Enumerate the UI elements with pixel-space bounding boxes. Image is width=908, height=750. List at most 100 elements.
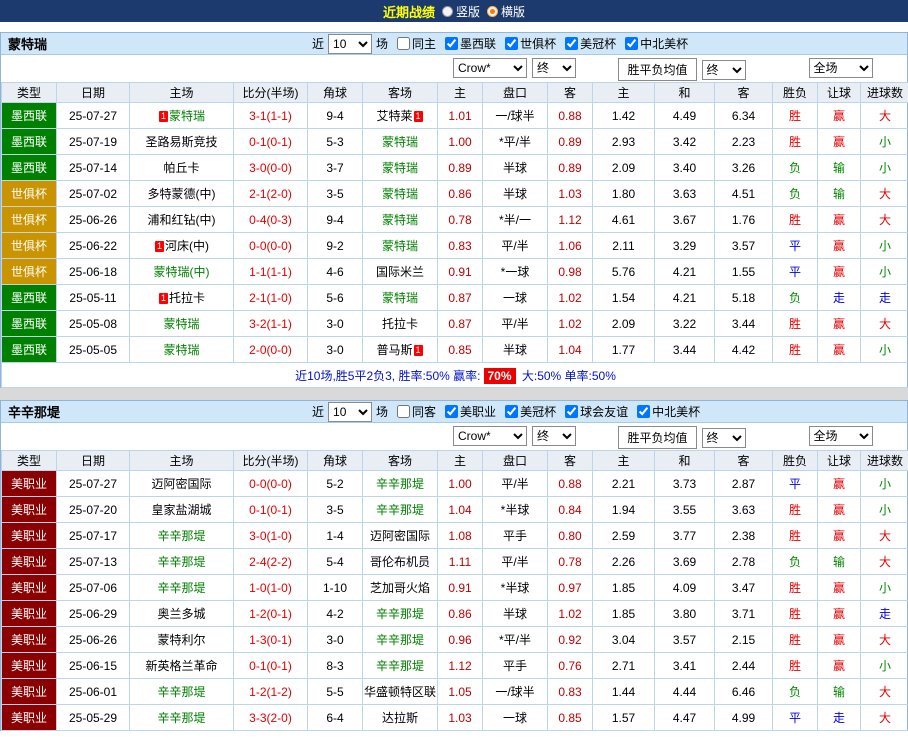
column-header: 让球	[818, 83, 861, 103]
league-badge: 美职业	[2, 653, 57, 679]
column-header: 主场	[130, 83, 234, 103]
team-section: 辛辛那堤近10场同客美职业美冠杯球会友谊中北美杯Crow*终胜平负均值终全场类型…	[0, 400, 908, 731]
bookmaker-select[interactable]: Crow*	[453, 426, 527, 446]
league-filter-checkbox[interactable]: 美冠杯	[505, 403, 556, 420]
result-outcome: 胜	[773, 103, 818, 129]
corner-score: 4-6	[308, 259, 363, 285]
checkbox-label: 世俱杯	[520, 35, 556, 52]
checkbox-label: 美冠杯	[580, 35, 616, 52]
radio-checked-icon[interactable]	[487, 6, 498, 17]
euro-odds-draw: 3.80	[655, 601, 715, 627]
checkbox-input[interactable]	[505, 405, 518, 418]
euro-odds-away: 2.87	[715, 471, 773, 497]
handicap-final-select[interactable]: 终	[532, 426, 576, 446]
league-filter-checkbox[interactable]: 美职业	[445, 403, 496, 420]
team-label: 蒙特瑞	[382, 291, 418, 305]
euro-odds-home: 2.21	[593, 471, 655, 497]
layout-option-horizontal[interactable]: 横版	[487, 3, 525, 20]
team-section: 蒙特瑞近10场同主墨西联世俱杯美冠杯中北美杯Crow*终胜平负均值终全场类型日期…	[0, 32, 908, 388]
euro-odds-home: 2.09	[593, 155, 655, 181]
home-team: 奥兰多城	[130, 601, 234, 627]
scope-select[interactable]: 全场	[809, 426, 873, 446]
recent-games-select[interactable]: 10	[328, 34, 372, 54]
league-filter-checkbox[interactable]: 美冠杯	[565, 35, 616, 52]
column-header: 客场	[363, 451, 438, 471]
handicap-odds-away: 0.97	[548, 575, 593, 601]
score: 1-1(1-1)	[234, 259, 308, 285]
away-team: 托拉卡	[363, 311, 438, 337]
team-label: 芝加哥火焰	[370, 581, 430, 595]
match-row: 美职业25-05-29辛辛那堤3-3(2-0)6-4达拉斯1.03一球0.851…	[2, 705, 908, 731]
recent-games-select[interactable]: 10	[328, 402, 372, 422]
score: 1-2(0-1)	[234, 601, 308, 627]
euro-odds-draw: 3.69	[655, 549, 715, 575]
checkbox-input[interactable]	[445, 37, 458, 50]
euro-odds-draw: 4.09	[655, 575, 715, 601]
checkbox-input[interactable]	[397, 405, 410, 418]
euro-odds-draw: 3.63	[655, 181, 715, 207]
league-filter-checkbox[interactable]: 球会友谊	[565, 403, 628, 420]
team-label: 辛辛那堤	[157, 685, 205, 699]
handicap-line: 一/球半	[483, 103, 548, 129]
match-date: 25-05-29	[57, 705, 130, 731]
team-label: 蒙特瑞	[382, 239, 418, 253]
bookmaker-select[interactable]: Crow*	[453, 58, 527, 78]
result-outcome: 胜	[773, 207, 818, 233]
radio-unchecked-icon[interactable]	[442, 6, 453, 17]
result-outcome: 负	[773, 679, 818, 705]
column-header: 进球数	[861, 451, 908, 471]
checkbox-input[interactable]	[637, 405, 650, 418]
home-team: 辛辛那堤	[130, 575, 234, 601]
home-team: 帕丘卡	[130, 155, 234, 181]
checkbox-input[interactable]	[625, 37, 638, 50]
team-label: 帕丘卡	[163, 161, 199, 175]
checkbox-input[interactable]	[565, 405, 578, 418]
result-goals: 小	[861, 575, 908, 601]
result-outcome: 胜	[773, 523, 818, 549]
team-label: 达拉斯	[382, 711, 418, 725]
euro-odds-home: 2.93	[593, 129, 655, 155]
checkbox-input[interactable]	[505, 37, 518, 50]
checkbox-input[interactable]	[445, 405, 458, 418]
avg-odds-label: 胜平负均值	[618, 426, 696, 449]
column-header: 胜负	[773, 451, 818, 471]
league-filter-checkbox[interactable]: 墨西联	[445, 35, 496, 52]
league-filter-checkbox[interactable]: 同主	[397, 35, 436, 52]
league-filter-checkbox[interactable]: 中北美杯	[637, 403, 700, 420]
euro-odds-home: 2.11	[593, 233, 655, 259]
euro-final-select[interactable]: 终	[702, 60, 746, 80]
handicap-odds-home: 0.78	[438, 207, 483, 233]
matches-table: 类型日期主场比分(半场)角球客场主盘口客主和客胜负让球进球数墨西联25-07-2…	[1, 82, 908, 388]
league-filter-checkbox[interactable]: 中北美杯	[625, 35, 688, 52]
match-date: 25-06-15	[57, 653, 130, 679]
league-filter-checkbox[interactable]: 世俱杯	[505, 35, 556, 52]
score: 1-0(1-0)	[234, 575, 308, 601]
result-handicap: 赢	[818, 601, 861, 627]
layout-option-vertical[interactable]: 竖版	[442, 3, 480, 20]
score: 2-0(0-0)	[234, 337, 308, 363]
handicap-odds-home: 0.85	[438, 337, 483, 363]
home-team: 圣路易斯竞技	[130, 129, 234, 155]
handicap-line: *一球	[483, 259, 548, 285]
handicap-line: 平/半	[483, 549, 548, 575]
column-header: 日期	[57, 451, 130, 471]
home-team: 1托拉卡	[130, 285, 234, 311]
checkbox-input[interactable]	[397, 37, 410, 50]
home-team: 辛辛那堤	[130, 549, 234, 575]
match-row: 世俱杯25-06-18蒙特瑞(中)1-1(1-1)4-6国际米兰0.91*一球0…	[2, 259, 908, 285]
section-divider	[0, 388, 908, 400]
radio-label: 竖版	[456, 3, 480, 20]
scope-select[interactable]: 全场	[809, 58, 873, 78]
score: 0-1(0-1)	[234, 497, 308, 523]
away-team: 华盛顿特区联	[363, 679, 438, 705]
euro-final-select[interactable]: 终	[702, 428, 746, 448]
games-suffix: 场	[376, 403, 388, 420]
league-filter-checkbox[interactable]: 同客	[397, 403, 436, 420]
handicap-final-select[interactable]: 终	[532, 58, 576, 78]
score: 2-1(2-0)	[234, 181, 308, 207]
checkbox-input[interactable]	[565, 37, 578, 50]
result-goals: 大	[861, 679, 908, 705]
match-row: 墨西联25-07-271蒙特瑞3-1(1-1)9-4艾特莱11.01一/球半0.…	[2, 103, 908, 129]
team-label: 蒙特利尔	[157, 633, 205, 647]
handicap-line: 一球	[483, 705, 548, 731]
